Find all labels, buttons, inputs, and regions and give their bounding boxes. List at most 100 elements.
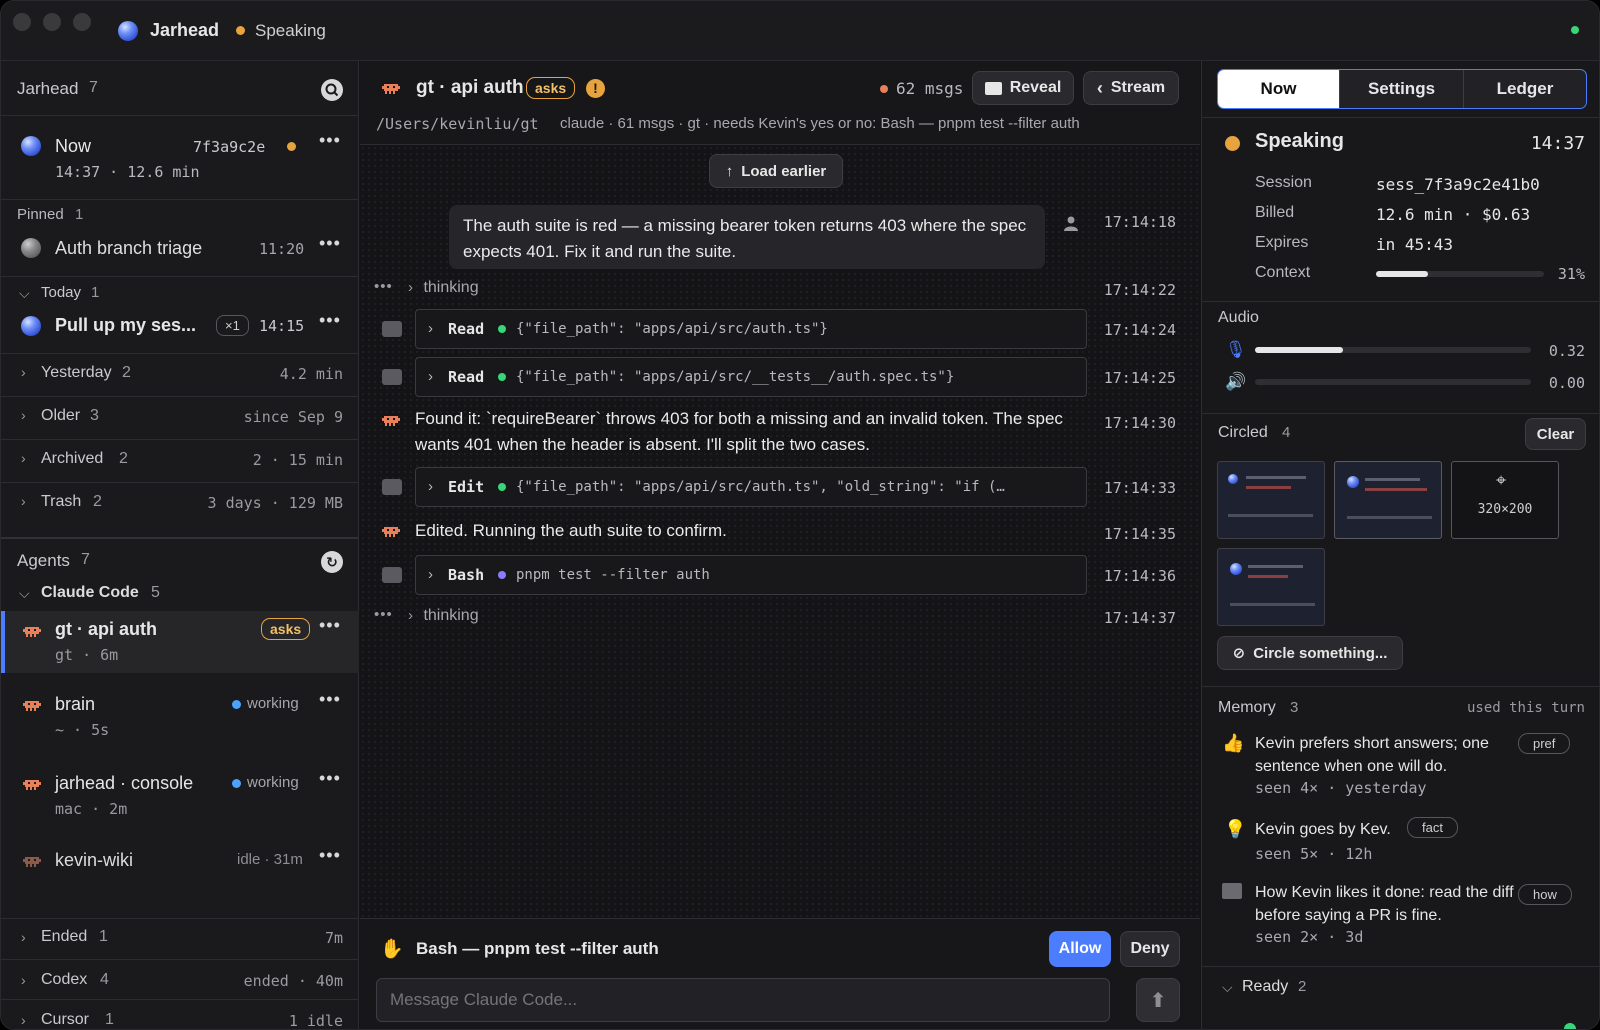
more-icon[interactable]: •••: [319, 768, 341, 789]
search-button[interactable]: [321, 79, 343, 101]
tab-now[interactable]: Now: [1218, 70, 1339, 108]
more-icon[interactable]: •••: [319, 689, 341, 710]
claude-agent-icon: [23, 701, 41, 711]
zoom-window-button[interactable]: [73, 13, 91, 31]
group-label: Cursor: [41, 1011, 90, 1028]
claude-agent-icon: [23, 780, 41, 790]
thinking-icon: •••: [374, 278, 393, 295]
load-earlier-button[interactable]: ↑ Load earlier: [709, 154, 843, 188]
more-icon[interactable]: •••: [319, 615, 341, 636]
tab-ledger[interactable]: Ledger: [1463, 70, 1586, 108]
tool-call-read-2[interactable]: › Read {"file_path": "apps/api/src/__tes…: [415, 357, 1087, 397]
tool-call-read-1[interactable]: › Read {"file_path": "apps/api/src/auth.…: [415, 309, 1087, 349]
mic-level-meter: [1255, 347, 1531, 353]
deny-button[interactable]: Deny: [1120, 931, 1180, 967]
agent-status: working: [247, 774, 299, 791]
context-key: Context: [1255, 264, 1311, 281]
chevron-down-icon: ⌵: [1222, 979, 1233, 995]
group-cursor[interactable]: › Cursor 1 1 idle: [1, 1000, 359, 1029]
agent-meta: mac · 2m: [55, 800, 128, 818]
agent-item-gt-api-auth[interactable]: gt · api auth asks ••• gt · 6m: [1, 611, 359, 673]
group-ended[interactable]: › Ended 1 7m: [1, 919, 359, 959]
memory-text: How Kevin likes it done: read the diff b…: [1255, 884, 1514, 924]
inspector-panel: Now Settings Ledger Speaking 14:37 Sessi…: [1201, 61, 1599, 1029]
group-label: Older: [41, 407, 81, 424]
msgs-dot: [880, 85, 888, 93]
tool-call-edit[interactable]: › Edit {"file_path": "apps/api/src/auth.…: [415, 467, 1087, 507]
circled-thumbnail[interactable]: [1217, 548, 1325, 626]
close-window-button[interactable]: [13, 13, 31, 31]
more-icon[interactable]: •••: [319, 233, 341, 254]
chevron-right-icon: ›: [428, 566, 433, 583]
conversation-title: gt · api auth: [416, 77, 524, 98]
agents-count: 7: [81, 551, 90, 568]
speaker-level-meter: [1255, 379, 1531, 385]
group-older[interactable]: › Older 3 since Sep 9: [1, 397, 359, 439]
ready-group[interactable]: ⌵ Ready 2: [1202, 967, 1599, 1007]
chevron-right-icon: ›: [428, 368, 433, 385]
allow-label: Allow: [1058, 940, 1102, 957]
allow-button[interactable]: Allow: [1049, 931, 1111, 967]
minimize-window-button[interactable]: [43, 13, 61, 31]
refresh-icon[interactable]: ↻: [321, 551, 343, 573]
circled-thumbnail[interactable]: [1217, 461, 1325, 539]
group-meta: 2 · 15 min: [252, 451, 343, 469]
send-button[interactable]: ⬆: [1136, 978, 1180, 1022]
tool-call-bash[interactable]: › Bash pnpm test --filter auth: [415, 555, 1087, 595]
circled-thumbnail[interactable]: [1334, 461, 1442, 539]
session-orb-icon: [21, 136, 41, 156]
agent-meta: ~ · 5s: [55, 721, 110, 739]
circle-something-button[interactable]: ⊘ Circle something...: [1217, 636, 1403, 670]
group-count: 2: [93, 493, 102, 510]
today-count: 1: [91, 284, 100, 301]
message-time: 17:14:37: [1103, 609, 1176, 627]
thinking-toggle[interactable]: › thinking: [408, 607, 479, 625]
chevron-right-icon: ›: [21, 364, 26, 380]
message-input[interactable]: [376, 978, 1110, 1022]
chevron-down-icon[interactable]: ⌵: [19, 585, 30, 602]
circle-pen-icon: ⊘: [1232, 645, 1246, 662]
more-icon[interactable]: •••: [319, 130, 341, 151]
group-count: 2: [119, 450, 128, 467]
chevron-down-icon[interactable]: ⌵: [19, 285, 30, 302]
thumb-line: [1248, 575, 1288, 578]
ready-status-dot: [1564, 1023, 1576, 1029]
user-message-text: The auth suite is red — a missing bearer…: [463, 216, 1027, 261]
group-yesterday[interactable]: › Yesterday 2 4.2 min: [1, 354, 359, 396]
microphone-icon: 🎙: [1225, 340, 1247, 359]
agent-item-kevin-wiki[interactable]: kevin-wiki idle · 31m •••: [1, 841, 359, 883]
agent-item-jarhead-console[interactable]: jarhead · console working ••• mac · 2m: [1, 764, 359, 826]
tab-settings[interactable]: Settings: [1339, 70, 1463, 108]
session-item-now[interactable]: Now 7f3a9c2e ••• 14:37 · 12.6 min: [1, 116, 359, 198]
claude-agent-icon: [382, 84, 400, 94]
thumb-orb-icon: [1230, 563, 1242, 575]
terminal-icon: [382, 479, 402, 495]
pinned-count: 1: [75, 206, 84, 223]
group-archived[interactable]: › Archived 2 2 · 15 min: [1, 440, 359, 482]
agent-title: gt · api auth: [55, 619, 157, 639]
more-icon[interactable]: •••: [319, 310, 341, 331]
session-item-today[interactable]: Pull up my ses... ×1 14:15 •••: [1, 306, 359, 348]
chevron-right-icon: ›: [408, 279, 413, 296]
stream-button[interactable]: ‹ Stream: [1083, 71, 1179, 105]
session-orb-icon: [21, 316, 41, 336]
pinned-label: Pinned: [17, 206, 64, 223]
terminal-icon: [382, 369, 402, 385]
clear-circled-button[interactable]: Clear: [1525, 418, 1586, 450]
session-hash: 7f3a9c2e: [193, 138, 266, 156]
load-earlier-label: Load earlier: [741, 162, 827, 180]
speaking-status-dot: [1225, 136, 1240, 151]
group-codex[interactable]: › Codex 4 ended · 40m: [1, 960, 359, 1004]
more-icon[interactable]: •••: [319, 845, 341, 866]
session-item-pinned[interactable]: Auth branch triage 11:20 •••: [1, 229, 359, 269]
reveal-button[interactable]: Reveal: [972, 71, 1074, 105]
circled-placeholder[interactable]: ⌖ 320×200: [1451, 461, 1559, 539]
thumb-line: [1246, 486, 1291, 489]
agent-item-brain[interactable]: brain working ••• ~ · 5s: [1, 685, 359, 747]
group-trash[interactable]: › Trash 2 3 days · 129 MB: [1, 483, 359, 525]
context-meter: [1376, 271, 1544, 277]
agent-meta: gt · 6m: [55, 646, 119, 664]
thinking-toggle[interactable]: › thinking: [408, 279, 479, 297]
group-meta: since Sep 9: [243, 408, 343, 426]
titlebar-status: Speaking: [255, 21, 326, 40]
